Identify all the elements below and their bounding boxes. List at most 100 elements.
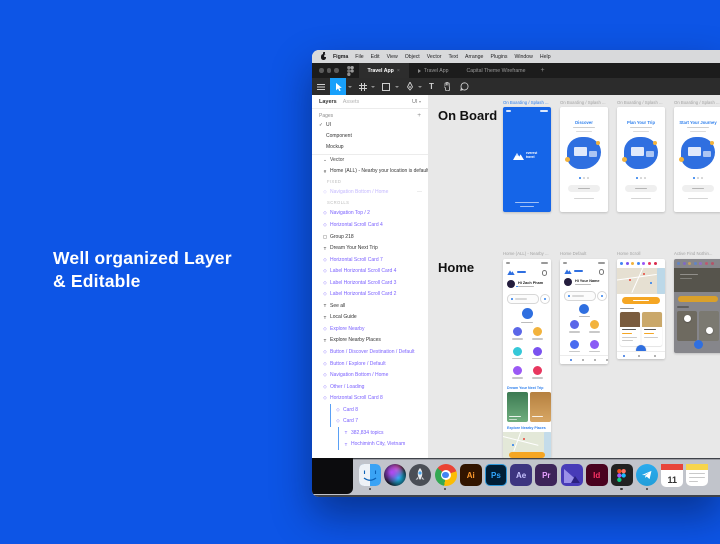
tab-travel-app-active[interactable]: Travel App × bbox=[359, 63, 409, 78]
frame-label-onboard-4[interactable]: On Boarding / Splash ... bbox=[674, 100, 720, 105]
frame-tool-button[interactable] bbox=[356, 78, 370, 95]
dock-item-indesign[interactable]: Id bbox=[586, 464, 608, 486]
comment-tool-button[interactable] bbox=[457, 78, 472, 95]
layer-row[interactable]: ◇Navigation Top / 2 bbox=[312, 208, 428, 220]
layer-row[interactable]: ◇Horizontal Scroll Card 7 bbox=[312, 254, 428, 266]
layer-row[interactable]: ◇Other / Loading bbox=[312, 381, 428, 393]
layer-row[interactable]: ◇Horizontal Scroll Card 4 bbox=[312, 219, 428, 231]
menu-item-window[interactable]: Window bbox=[514, 54, 532, 60]
dock-item-launchpad[interactable] bbox=[409, 464, 431, 486]
footer-text-bar bbox=[688, 198, 708, 199]
add-page-button[interactable]: + bbox=[417, 112, 421, 119]
layer-row[interactable]: TExplore Nearby Places bbox=[312, 335, 428, 347]
frame-label-home-default[interactable]: Home Default bbox=[560, 251, 608, 256]
shape-tool-caret[interactable] bbox=[395, 86, 399, 88]
dock-item-premiere[interactable]: Pr bbox=[535, 464, 557, 486]
close-window-button[interactable] bbox=[319, 68, 324, 73]
page-row-ui[interactable]: ✓UI bbox=[312, 120, 428, 131]
zoom-window-button[interactable] bbox=[334, 68, 339, 73]
frame-home-all[interactable]: Hi Zach Pham Dream Your Next Trip bbox=[503, 259, 551, 458]
main-menu-button[interactable] bbox=[312, 78, 330, 95]
dock-item-finder[interactable] bbox=[359, 464, 381, 486]
menu-item-object[interactable]: Object bbox=[405, 54, 420, 60]
layer-row[interactable]: TSee all bbox=[312, 300, 428, 312]
layer-row[interactable]: FIXED bbox=[312, 177, 428, 187]
page-row-mockup[interactable]: Mockup bbox=[312, 142, 428, 153]
menu-item-view[interactable]: View bbox=[387, 54, 398, 60]
layer-row[interactable]: ◇Label Horizontal Scroll Card 3 bbox=[312, 277, 428, 289]
new-tab-button[interactable]: + bbox=[541, 67, 545, 74]
dock-item-calendar[interactable]: 11 bbox=[661, 464, 683, 486]
tab-capital-theme-wireframe[interactable]: Capital Theme Wireframe bbox=[457, 63, 534, 78]
menu-item-arrange[interactable]: Arrange bbox=[465, 54, 483, 60]
hand-tool-button[interactable] bbox=[440, 78, 454, 95]
tab-travel-app-2[interactable]: Travel App bbox=[409, 63, 458, 78]
apple-menu-icon[interactable] bbox=[321, 54, 326, 60]
frame-label-onboard-3[interactable]: On Boarding / Splash ... bbox=[617, 100, 665, 105]
menu-item-plugins[interactable]: Plugins bbox=[490, 54, 507, 60]
dock-item-illustrator[interactable]: Ai bbox=[460, 464, 482, 486]
minimize-window-button[interactable] bbox=[327, 68, 332, 73]
dock-item-siri[interactable] bbox=[384, 464, 406, 486]
tab-assets[interactable]: Assets bbox=[343, 99, 360, 105]
dock-item-notes[interactable] bbox=[686, 464, 708, 486]
layer-row[interactable]: ◇Card 7 bbox=[312, 415, 428, 427]
move-tool-caret[interactable] bbox=[348, 86, 352, 88]
frame-active-find[interactable] bbox=[674, 259, 720, 353]
layer-row[interactable]: #Home (ALL) - Nearby your location is de… bbox=[312, 166, 428, 178]
layer-row[interactable]: ◇Explore Nearby bbox=[312, 323, 428, 335]
layer-row[interactable]: ◇Card 8 bbox=[312, 404, 428, 416]
dock-item-chrome[interactable] bbox=[435, 464, 457, 486]
frame-onboard-journey[interactable]: Start Your Journey bbox=[674, 107, 720, 212]
layer-row[interactable]: ▢Group 218 bbox=[312, 231, 428, 243]
frame-splash[interactable]: everest travel bbox=[503, 107, 551, 212]
menu-item-file[interactable]: File bbox=[355, 54, 363, 60]
frame-onboard-discover[interactable]: Discover bbox=[560, 107, 608, 212]
text-tool-button[interactable]: T bbox=[426, 78, 437, 95]
frame-label-active-find[interactable]: Active Find Nothin... bbox=[674, 251, 720, 256]
layer-row[interactable]: TDream Your Next Trip bbox=[312, 242, 428, 254]
page-row-component[interactable]: Component bbox=[312, 131, 428, 142]
layer-row[interactable]: ◇Navigation Bottom / Home— bbox=[312, 187, 428, 199]
layer-row[interactable]: ◇Label Horizontal Scroll Card 4 bbox=[312, 265, 428, 277]
tab-layers[interactable]: Layers bbox=[319, 99, 337, 105]
frame-label-home-scroll[interactable]: Home Scroll bbox=[617, 251, 665, 256]
tab-close-icon[interactable]: × bbox=[397, 68, 400, 74]
dock-item-telegram[interactable] bbox=[636, 464, 658, 486]
dock-item-figma[interactable] bbox=[611, 464, 633, 486]
dock-item-photoshop[interactable]: Ps bbox=[485, 464, 507, 486]
pen-tool-button[interactable] bbox=[403, 78, 417, 95]
frame-label-splash[interactable]: On Boarding / Splash ... bbox=[503, 100, 551, 105]
layer-row[interactable]: ◇Label Horizontal Scroll Card 2 bbox=[312, 288, 428, 300]
layer-row[interactable]: SCROLLS bbox=[312, 198, 428, 208]
figma-canvas[interactable]: On Board Home On Boarding / Splash ... O… bbox=[428, 95, 720, 458]
frame-tool-caret[interactable] bbox=[371, 86, 375, 88]
layer-row[interactable]: TLocal Guide bbox=[312, 312, 428, 324]
layer-row[interactable]: ◇Button / Discover Destination / Default bbox=[312, 346, 428, 358]
menu-item-text[interactable]: Text bbox=[448, 54, 458, 60]
shape-tool-button[interactable] bbox=[379, 78, 393, 95]
dock-item-aftereffects[interactable]: Ae bbox=[510, 464, 532, 486]
page-selector-value: UI bbox=[412, 99, 418, 105]
frame-label-onboard-2[interactable]: On Boarding / Splash ... bbox=[560, 100, 608, 105]
frame-label-home-all[interactable]: Home (ALL) - Nearby ... bbox=[503, 251, 551, 256]
layer-row[interactable]: ◇Navigation Bottom / Home bbox=[312, 369, 428, 381]
layer-row[interactable]: ◇Horizontal Scroll Card 8 bbox=[312, 392, 428, 404]
menu-item-edit[interactable]: Edit bbox=[371, 54, 380, 60]
frame-home-scroll[interactable] bbox=[617, 259, 665, 359]
story-dots-row bbox=[677, 262, 714, 265]
layer-row[interactable]: T382,834 topics bbox=[312, 427, 428, 439]
category-circle bbox=[570, 320, 579, 329]
page-selector[interactable]: UI bbox=[412, 99, 421, 105]
layer-row[interactable]: THochiminh City, Vietnam bbox=[312, 439, 428, 451]
layer-row[interactable]: ⌄Vector bbox=[312, 154, 428, 166]
menu-item-figma[interactable]: Figma bbox=[333, 54, 348, 60]
menu-item-help[interactable]: Help bbox=[540, 54, 551, 60]
menu-item-vector[interactable]: Vector bbox=[427, 54, 442, 60]
move-tool-button[interactable] bbox=[330, 78, 346, 95]
frame-onboard-plan[interactable]: Plan Your Trip bbox=[617, 107, 665, 212]
dock-item-design-app[interactable] bbox=[561, 464, 583, 486]
frame-home-default[interactable]: Hi Your Name bbox=[560, 259, 608, 364]
pen-tool-caret[interactable] bbox=[418, 86, 422, 88]
layer-row[interactable]: ◇Button / Explore / Default bbox=[312, 358, 428, 370]
